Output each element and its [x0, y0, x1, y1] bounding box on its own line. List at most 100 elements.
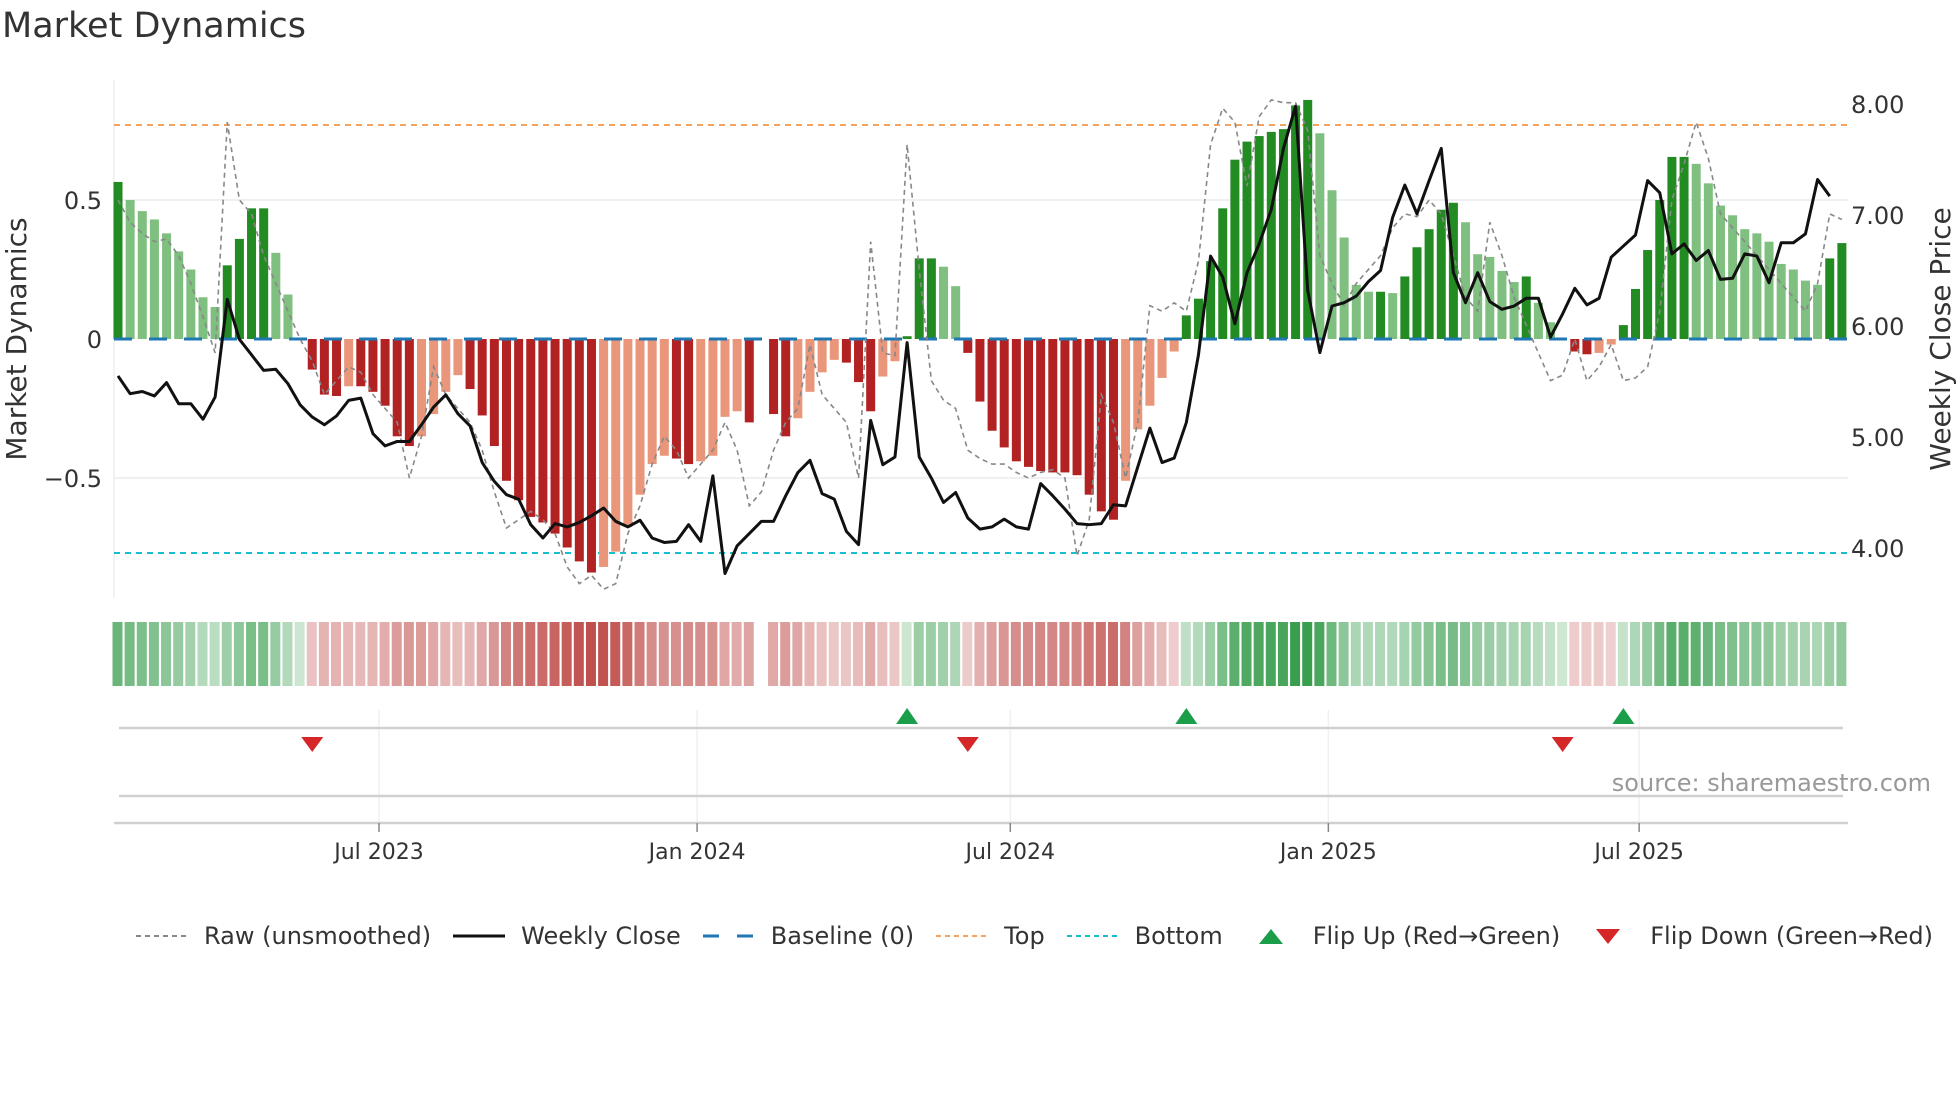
- dynamics-bar: [647, 339, 657, 465]
- dynamics-bar: [1363, 291, 1373, 339]
- heat-strip-cell: [355, 622, 366, 686]
- dynamics-bar: [1606, 339, 1616, 345]
- heat-strip-cell: [1107, 622, 1118, 686]
- heat-strip-cell: [233, 622, 244, 686]
- dynamics-bar: [1776, 263, 1786, 339]
- heat-strip-cell: [1812, 622, 1823, 686]
- heat-strip-cell: [1277, 622, 1288, 686]
- heat-strip-cell: [1411, 622, 1422, 686]
- heat-strip-cell: [1654, 622, 1665, 686]
- dynamics-bar: [1133, 339, 1143, 430]
- heat-strip-cell: [962, 622, 973, 686]
- legend-item-baseline: Baseline (0): [701, 922, 914, 950]
- heat-strip-cell: [258, 622, 269, 686]
- heat-strip-cell: [1144, 622, 1155, 686]
- heat-strip-cell: [549, 622, 560, 686]
- heat-strip-cell: [695, 622, 706, 686]
- dynamics-bar: [514, 339, 524, 501]
- heat-strip-cell: [731, 622, 742, 686]
- heat-strip-cell: [1047, 622, 1058, 686]
- dynamics-bar: [1473, 254, 1483, 339]
- heat-strip-cell: [282, 622, 293, 686]
- heat-strip-cell: [877, 622, 888, 686]
- heat-strip-cell: [1739, 622, 1750, 686]
- heat-strip-cell: [464, 622, 475, 686]
- heat-strip-cell: [1520, 622, 1531, 686]
- dynamics-bar: [671, 339, 681, 459]
- dynamics-bar: [1461, 222, 1471, 339]
- heat-strip-cell: [1095, 622, 1106, 686]
- heat-strip-cell: [1472, 622, 1483, 686]
- heat-strip-cell: [1447, 622, 1458, 686]
- y2-axis-label: Weekly Close Price: [1924, 207, 1957, 470]
- dynamics-bar: [1800, 280, 1810, 339]
- dynamics-bar: [501, 339, 511, 481]
- heat-strip-cell: [1302, 622, 1313, 686]
- heat-strip-cell: [646, 622, 657, 686]
- dynamics-bar: [1036, 339, 1046, 472]
- dynamics-bar: [1121, 339, 1131, 481]
- y-tick-label: −0.5: [44, 465, 102, 493]
- legend-item-flip-down: Flip Down (Green→Red): [1580, 922, 1933, 950]
- heat-strip-cell: [343, 622, 354, 686]
- heat-strip-cell: [1799, 622, 1810, 686]
- dynamics-bar: [999, 339, 1009, 448]
- heat-strip-cell: [1836, 622, 1847, 686]
- dynamics-bar: [1048, 339, 1058, 473]
- heat-strip-cell: [804, 622, 815, 686]
- legend-swatch-raw: [136, 935, 188, 937]
- heat-strip-cell: [1545, 622, 1556, 686]
- heat-strip-cell: [112, 622, 123, 686]
- legend-label: Flip Up (Red→Green): [1312, 922, 1561, 950]
- heat-strip-cell: [816, 622, 827, 686]
- heat-strip-cell: [537, 622, 548, 686]
- dynamics-bar: [526, 339, 536, 517]
- dynamics-bar: [732, 339, 742, 412]
- heat-strip-cell: [221, 622, 232, 686]
- heat-strip-cell: [1362, 622, 1373, 686]
- heat-strip-cell: [913, 622, 924, 686]
- dynamics-bar: [1145, 339, 1155, 406]
- dynamics-bar: [1788, 269, 1798, 339]
- heat-strip-cell: [1642, 622, 1653, 686]
- heat-strip-cell: [1120, 622, 1131, 686]
- dynamics-bar: [1752, 233, 1762, 339]
- dynamics-bar: [1108, 339, 1118, 520]
- heat-strip-cell: [1423, 622, 1434, 686]
- dynamics-bar: [453, 339, 463, 376]
- dynamics-bar: [1339, 237, 1349, 339]
- heat-strip-cell: [585, 622, 596, 686]
- heat-strip-cell: [610, 622, 621, 686]
- dynamics-bar: [975, 339, 985, 402]
- heat-strip-cell: [658, 622, 669, 686]
- heat-strip-cell: [707, 622, 718, 686]
- heat-strip-cell: [1605, 622, 1616, 686]
- heat-strip-cell: [513, 622, 524, 686]
- flip-down-marker: [956, 737, 979, 752]
- dynamics-bar: [1618, 325, 1628, 339]
- legend-swatch-close: [453, 934, 506, 938]
- heat-strip-cell: [792, 622, 803, 686]
- x-tick-label: Jan 2025: [1278, 840, 1377, 865]
- dynamics-bar: [720, 339, 730, 417]
- x-tick-label: Jul 2025: [1592, 840, 1684, 865]
- heat-strip-cell: [828, 622, 839, 686]
- dynamics-bar: [781, 339, 791, 437]
- dynamics-bar: [259, 208, 269, 339]
- dynamics-bar: [635, 339, 645, 495]
- heat-strip-cell: [1350, 622, 1361, 686]
- heat-strip-cell: [1071, 622, 1082, 686]
- dynamics-bar: [623, 339, 633, 527]
- y-axis-label: Market Dynamics: [0, 217, 33, 460]
- heat-strip-cell: [500, 622, 511, 686]
- y-tick-label: 0.5: [64, 187, 102, 215]
- dynamics-bar: [1764, 241, 1774, 339]
- dynamics-bar: [1497, 270, 1507, 339]
- dynamics-bar: [878, 339, 888, 377]
- legend-item-bottom: Bottom: [1065, 922, 1223, 950]
- dynamics-bar: [332, 339, 342, 396]
- legend-swatch-top: [936, 935, 989, 937]
- dynamics-bar: [1072, 339, 1082, 476]
- flip-up-marker: [896, 708, 919, 724]
- dynamics-bar: [344, 339, 354, 387]
